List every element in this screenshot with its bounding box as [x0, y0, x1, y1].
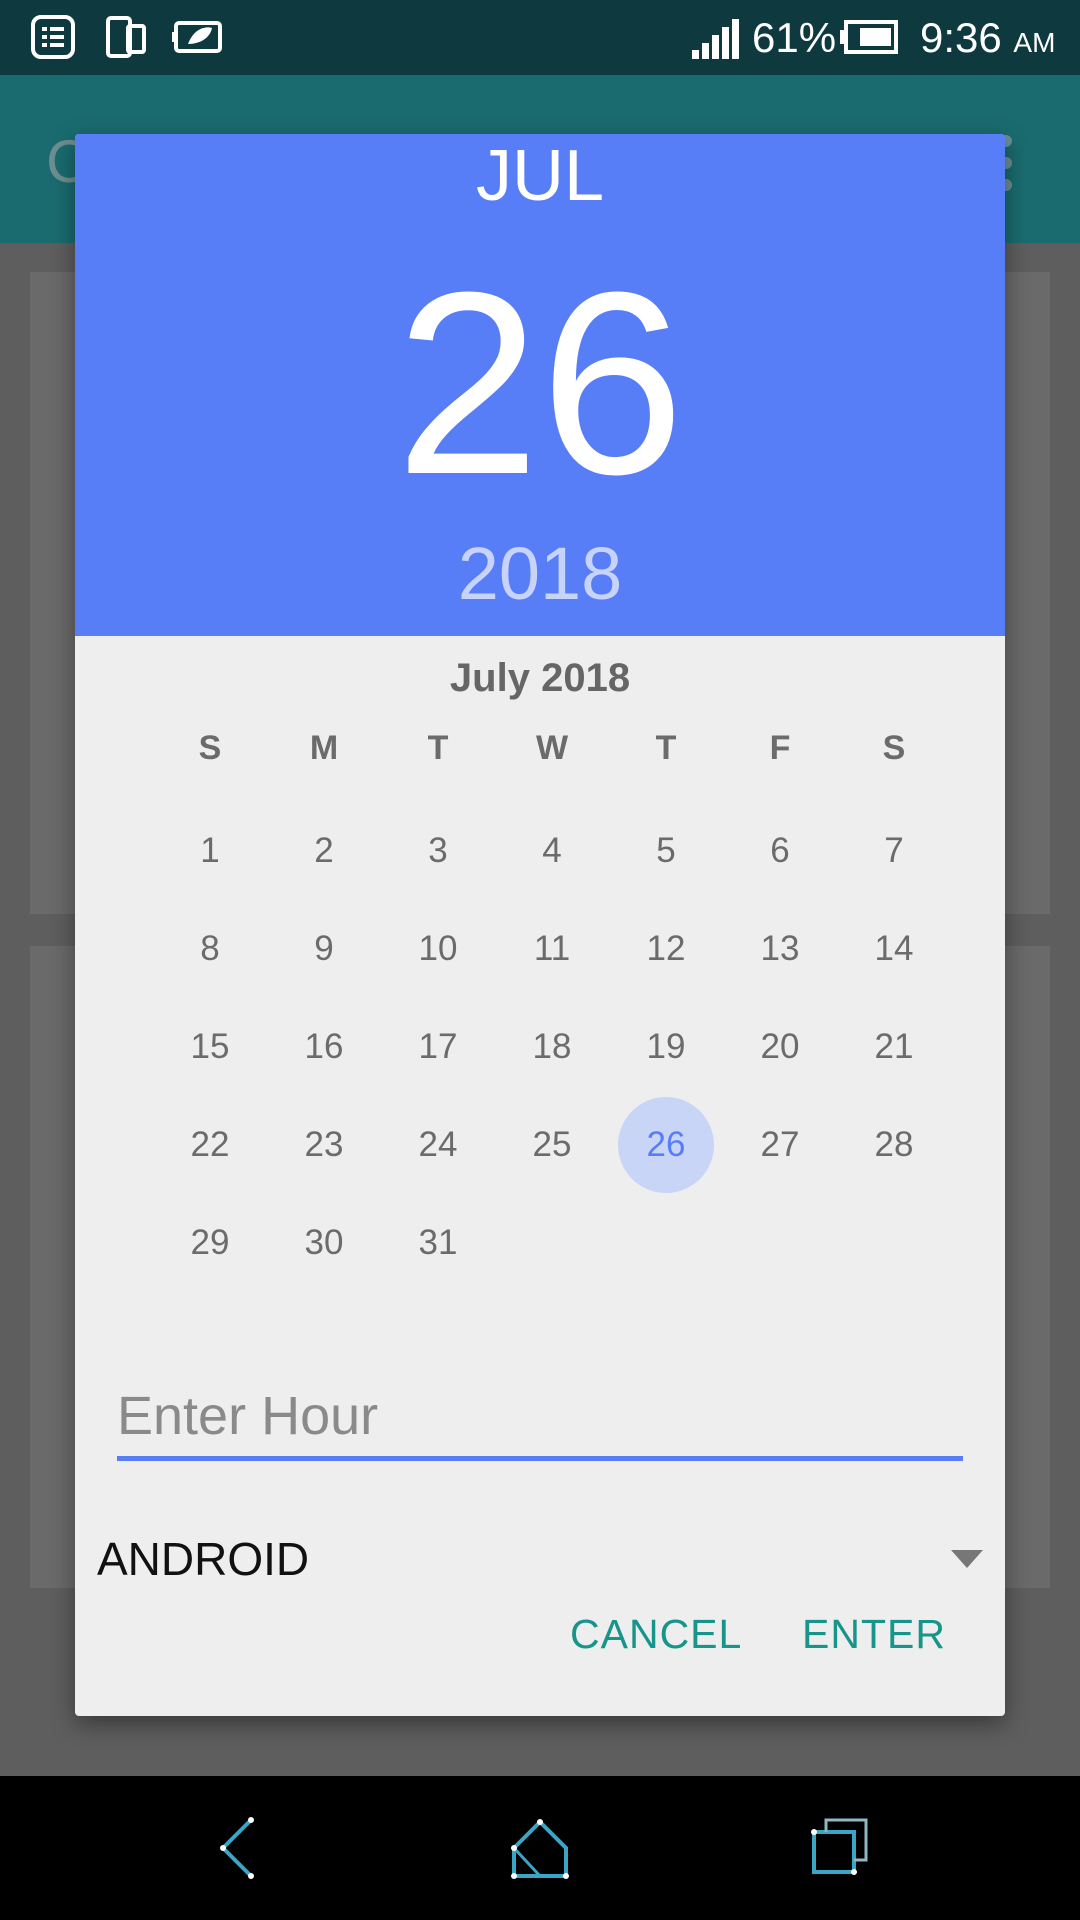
calendar-day-number: 3	[428, 831, 448, 870]
calendar-day[interactable]: 3	[381, 802, 495, 900]
weekday-label: M	[309, 729, 339, 767]
leaf-battery-icon	[172, 21, 222, 53]
calendar-month-title: July 2018	[449, 656, 631, 700]
calendar-day-number: 20	[760, 1027, 800, 1066]
weekday-label: T	[427, 729, 449, 767]
calendar-day[interactable]: 9	[267, 900, 381, 998]
enter-button[interactable]: ENTER	[802, 1594, 946, 1674]
calendar-day[interactable]: 12	[609, 900, 723, 998]
dropdown-arrow-icon	[951, 1550, 983, 1568]
calendar-day[interactable]: 20	[723, 998, 837, 1096]
notes-icon	[31, 15, 75, 59]
calendar-day[interactable]: 31	[381, 1194, 495, 1292]
navigation-bar	[0, 1776, 1080, 1920]
calendar-day[interactable]: 1	[153, 802, 267, 900]
calendar-day-number: 18	[532, 1027, 572, 1066]
calendar-day[interactable]: 8	[153, 900, 267, 998]
calendar-day[interactable]: 17	[381, 998, 495, 1096]
calendar-day-number: 4	[542, 831, 562, 870]
calendar-day-number: 28	[874, 1125, 914, 1164]
calendar-day[interactable]: 11	[495, 900, 609, 998]
calendar-day-number: 29	[190, 1223, 230, 1262]
calendar-day-number: 16	[304, 1027, 344, 1066]
calendar-day[interactable]: 14	[837, 900, 951, 998]
calendar-day-number: 26	[646, 1125, 686, 1164]
header-year[interactable]: 2018	[75, 529, 1005, 619]
calendar-day[interactable]: 27	[723, 1096, 837, 1194]
weekday-label: F	[769, 729, 791, 767]
calendar-day[interactable]: 25	[495, 1096, 609, 1194]
calendar-day-number: 17	[418, 1027, 458, 1066]
calendar-day[interactable]: 21	[837, 998, 951, 1096]
calendar-day-number: 24	[418, 1125, 458, 1164]
calendar-day-number: 8	[200, 929, 220, 968]
calendar-day[interactable]: 16	[267, 998, 381, 1096]
calendar-day-number: 12	[646, 929, 686, 968]
calendar-day[interactable]: 30	[267, 1194, 381, 1292]
calendar-day-number: 19	[646, 1027, 686, 1066]
calendar-day[interactable]: 19	[609, 998, 723, 1096]
battery-percent: 61%	[752, 14, 837, 61]
calendar-day-number: 14	[874, 929, 914, 968]
home-icon[interactable]	[504, 1812, 576, 1884]
calendar-day-number: 10	[418, 929, 458, 968]
weekday-label: S	[882, 729, 906, 767]
date-picker-dialog: JUL 26 2018 July 2018 S M T W T F S 1234…	[75, 134, 1005, 1716]
weekday-label: W	[535, 729, 569, 767]
calendar-day[interactable]: 5	[609, 802, 723, 900]
calendar-day-number: 11	[533, 929, 571, 968]
calendar-day-number: 23	[304, 1125, 344, 1164]
calendar-day-number: 6	[770, 831, 790, 870]
calendar-day-number: 1	[200, 831, 220, 870]
calendar-day[interactable]: 24	[381, 1096, 495, 1194]
weekday-label: S	[198, 729, 222, 767]
calendar-day[interactable]: 23	[267, 1096, 381, 1194]
clock-am-pm: AM	[1013, 27, 1056, 58]
calendar-day[interactable]: 10	[381, 900, 495, 998]
calendar-day-grid: 1 2 3 4 5 6 7 8 9 10 11 12 13 14 15 16 17 18 19 20 21 22 23 24 2…	[153, 802, 953, 1302]
cancel-button[interactable]: CANCEL	[570, 1594, 742, 1674]
recents-icon[interactable]	[804, 1812, 876, 1884]
calendar-day[interactable]: 6	[723, 802, 837, 900]
date-header: JUL 26 2018	[75, 134, 1005, 636]
battery-icon	[840, 20, 898, 54]
calendar-day-number: 30	[304, 1223, 344, 1262]
calendar-day-number: 25	[532, 1125, 572, 1164]
weekday-label: T	[655, 729, 677, 767]
clock: 9:36 AM	[920, 10, 1055, 71]
clock-time: 9:36	[920, 14, 1002, 61]
calendar-day-number: 22	[190, 1125, 230, 1164]
weekday-header-row: S M T W T F S	[153, 718, 953, 778]
calendar-day-number: 31	[418, 1223, 458, 1262]
calendar-day[interactable]: 2	[267, 802, 381, 900]
platform-spinner[interactable]: ANDROID	[97, 1524, 983, 1594]
status-bar: 61% 9:36 AM	[0, 0, 1080, 75]
header-day[interactable]: 26	[75, 254, 1005, 514]
spinner-selected-value: ANDROID	[97, 1533, 310, 1585]
signal-icon	[692, 19, 739, 59]
header-month[interactable]: JUL	[75, 134, 1005, 218]
back-icon[interactable]	[203, 1812, 275, 1884]
calendar-day-number: 7	[884, 831, 904, 870]
calendar-day[interactable]: 18	[495, 998, 609, 1096]
calendar-day[interactable]: 4	[495, 802, 609, 900]
calendar-day[interactable]: 29	[153, 1194, 267, 1292]
calendar-day[interactable]: 7	[837, 802, 951, 900]
calendar-day[interactable]: 22	[153, 1096, 267, 1194]
calendar-day-selected[interactable]: 26	[609, 1096, 723, 1194]
hour-input[interactable]	[117, 1376, 963, 1461]
calendar-day-number: 13	[760, 929, 800, 968]
calendar-day-number: 5	[656, 831, 676, 870]
calendar-day-number: 15	[190, 1027, 230, 1066]
calendar-day[interactable]: 13	[723, 900, 837, 998]
calendar-day-number: 27	[760, 1125, 800, 1164]
calendar-day[interactable]: 28	[837, 1096, 951, 1194]
calendar-day-number: 2	[314, 831, 334, 870]
phone-tablet-icon	[106, 16, 146, 58]
calendar-day[interactable]: 15	[153, 998, 267, 1096]
calendar-day-number: 21	[874, 1027, 914, 1066]
calendar-day-number: 9	[314, 929, 334, 968]
